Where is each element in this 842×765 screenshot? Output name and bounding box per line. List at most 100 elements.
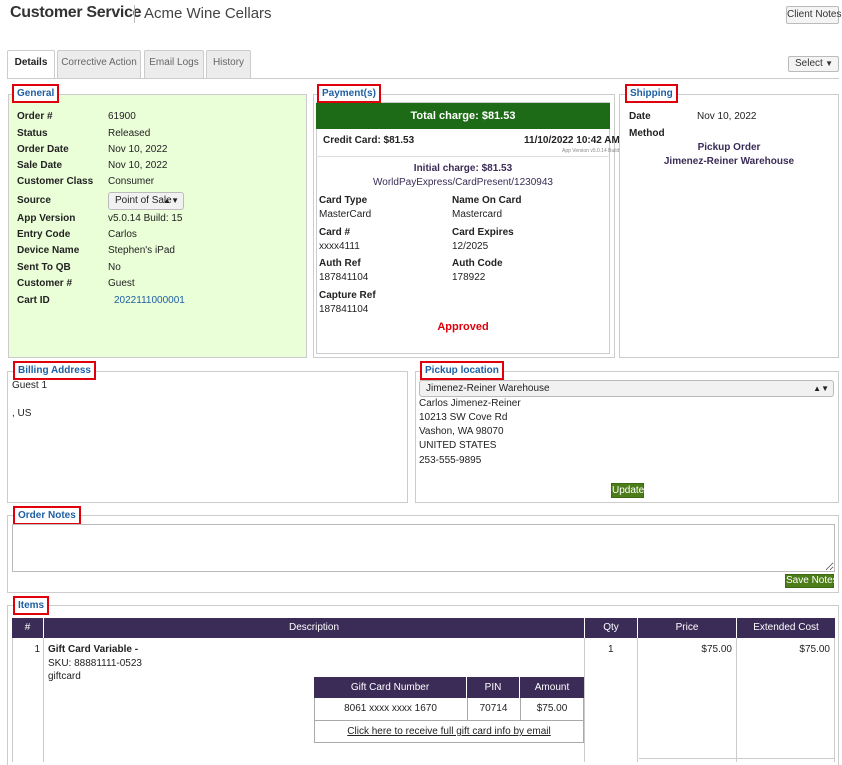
total-charge-bar: Total charge: $81.53 — [316, 103, 610, 129]
card-datetime: 11/10/2022 10:42 AM — [524, 135, 620, 146]
cart-id-link[interactable]: 2022111000001 — [114, 295, 185, 306]
general-panel — [8, 94, 307, 358]
table-border-right — [834, 638, 835, 762]
table-divider-price — [736, 638, 737, 762]
row-number: 1 — [34, 644, 40, 655]
tab-history[interactable]: History — [206, 50, 251, 78]
col-qty: Qty — [585, 618, 638, 638]
pickup-phone: 253-555-9895 — [419, 455, 482, 466]
order-notes-section-label: Order Notes — [13, 506, 81, 525]
tab-email-logs[interactable]: Email Logs — [144, 50, 204, 78]
select-arrows-icon: ▲▼ — [813, 384, 829, 393]
order-date-label: Order Date — [17, 144, 69, 155]
shipping-method-warehouse: Jimenez-Reiner Warehouse — [663, 156, 795, 167]
shipping-date-label: Date — [629, 111, 651, 122]
billing-name: Guest 1 — [12, 380, 48, 391]
entry-code-value: Carlos — [108, 229, 137, 240]
pickup-section-label: Pickup location — [420, 361, 504, 380]
col-description: Description — [44, 618, 585, 638]
item-sku: SKU: 88881111-0523 — [48, 658, 142, 669]
sent-to-qb-value: No — [108, 262, 121, 273]
items-section-label: Items — [13, 596, 50, 615]
tab-underline — [8, 78, 839, 79]
select-dropdown[interactable]: Select ▼ — [788, 56, 839, 72]
table-divider-qty — [637, 638, 638, 762]
giftcard-email-link[interactable]: Click here to receive full gift card inf… — [314, 726, 584, 737]
pickup-location-value: Jimenez-Reiner Warehouse — [426, 383, 550, 394]
col-extended-cost: Extended Cost — [753, 622, 819, 633]
giftcard-amount: $75.00 — [536, 703, 568, 714]
select-arrows-icon: ▲▼ — [163, 196, 179, 205]
status-label: Status — [17, 128, 48, 139]
caret-down-icon: ▼ — [825, 59, 833, 68]
auth-code-label: Auth Code — [452, 258, 503, 269]
billing-country: , US — [12, 408, 32, 419]
card-expires-label: Card Expires — [452, 227, 514, 238]
item-type: giftcard — [48, 671, 81, 682]
card-expires-value: 12/2025 — [452, 241, 489, 252]
capture-ref-value: 187841104 — [319, 304, 369, 315]
order-number-value: 61900 — [108, 111, 136, 122]
app-version-label: App Version — [17, 213, 76, 224]
billing-panel — [7, 371, 408, 503]
items-table-header: # Description Qty Price Extended Cost — [12, 618, 835, 638]
source-label: Source — [17, 195, 51, 206]
pickup-city: Vashon, WA 98070 — [419, 426, 504, 437]
cart-id-label: Cart ID — [17, 295, 50, 306]
sale-date-value: Nov 10, 2022 — [108, 160, 168, 171]
customer-number-value: Guest — [108, 278, 135, 289]
status-value: Released — [108, 128, 151, 139]
pickup-contact: Carlos Jimenez-Reiner — [419, 398, 521, 409]
order-date-value: Nov 10, 2022 — [108, 144, 168, 155]
entry-code-label: Entry Code — [17, 229, 71, 240]
device-name-value: Stephen's iPad — [108, 245, 175, 256]
app-version-value: v5.0.14 Build: 15 — [108, 213, 183, 224]
general-section-label: General — [12, 84, 60, 103]
payment-gateway: WorldPayExpress/CardPresent/1230943 — [373, 177, 553, 188]
item-name: Gift Card Variable - — [48, 644, 139, 655]
giftcard-table-header: Gift Card Number PIN Amount — [314, 677, 584, 698]
giftcard-col-pin: PIN — [467, 677, 520, 698]
name-on-card-label: Name On Card — [452, 195, 522, 206]
shipping-method-label: Method — [629, 128, 665, 139]
item-extended-cost: $75.00 — [799, 644, 830, 655]
credit-card-amount: Credit Card: $81.53 — [323, 135, 415, 146]
update-button[interactable]: Update — [611, 483, 644, 498]
shipping-date-value: Nov 10, 2022 — [697, 111, 757, 122]
order-notes-textarea[interactable] — [12, 524, 835, 572]
shipping-method-type: Pickup Order — [697, 142, 761, 153]
table-divider-desc — [584, 638, 585, 762]
item-price: $75.00 — [701, 644, 732, 655]
pickup-location-select[interactable]: Jimenez-Reiner Warehouse ▲▼ — [419, 380, 834, 397]
title-divider — [134, 5, 135, 23]
sale-date-label: Sale Date — [17, 160, 63, 171]
tab-details[interactable]: Details — [7, 50, 55, 79]
select-dropdown-value: Select — [795, 58, 823, 69]
auth-ref-label: Auth Ref — [319, 258, 361, 269]
order-number-label: Order # — [17, 111, 53, 122]
sent-to-qb-label: Sent To QB — [17, 262, 71, 273]
billing-section-label: Billing Address — [13, 361, 96, 380]
pickup-country: UNITED STATES — [419, 440, 497, 451]
card-type-value: MasterCard — [319, 209, 372, 220]
totals-row-border — [639, 758, 835, 759]
app-version-small: App Version v5.0.14 Build 15 — [562, 148, 627, 154]
device-name-label: Device Name — [17, 245, 80, 256]
store-name: Acme Wine Cellars — [144, 5, 272, 22]
auth-ref-value: 187841104 — [319, 272, 369, 283]
tab-corrective-action[interactable]: Corrective Action — [57, 50, 141, 78]
payment-divider — [316, 156, 610, 157]
save-notes-button[interactable]: Save Notes — [785, 574, 838, 588]
card-number-value: xxxx4111 — [319, 241, 360, 252]
col-price: Price — [638, 618, 737, 638]
source-select[interactable]: Point of Sale ▲▼ — [108, 192, 184, 210]
pickup-street: 10213 SW Cove Rd — [419, 412, 508, 423]
card-number-label: Card # — [319, 227, 351, 238]
customer-class-label: Customer Class — [17, 176, 94, 187]
client-notes-button[interactable]: Client Notes — [786, 6, 841, 24]
name-on-card-value: Mastercard — [452, 209, 503, 220]
initial-charge: Initial charge: $81.53 — [413, 163, 513, 174]
capture-ref-label: Capture Ref — [319, 290, 376, 301]
giftcard-number: 8061 xxxx xxxx 1670 — [344, 703, 437, 714]
item-qty: 1 — [608, 644, 614, 655]
